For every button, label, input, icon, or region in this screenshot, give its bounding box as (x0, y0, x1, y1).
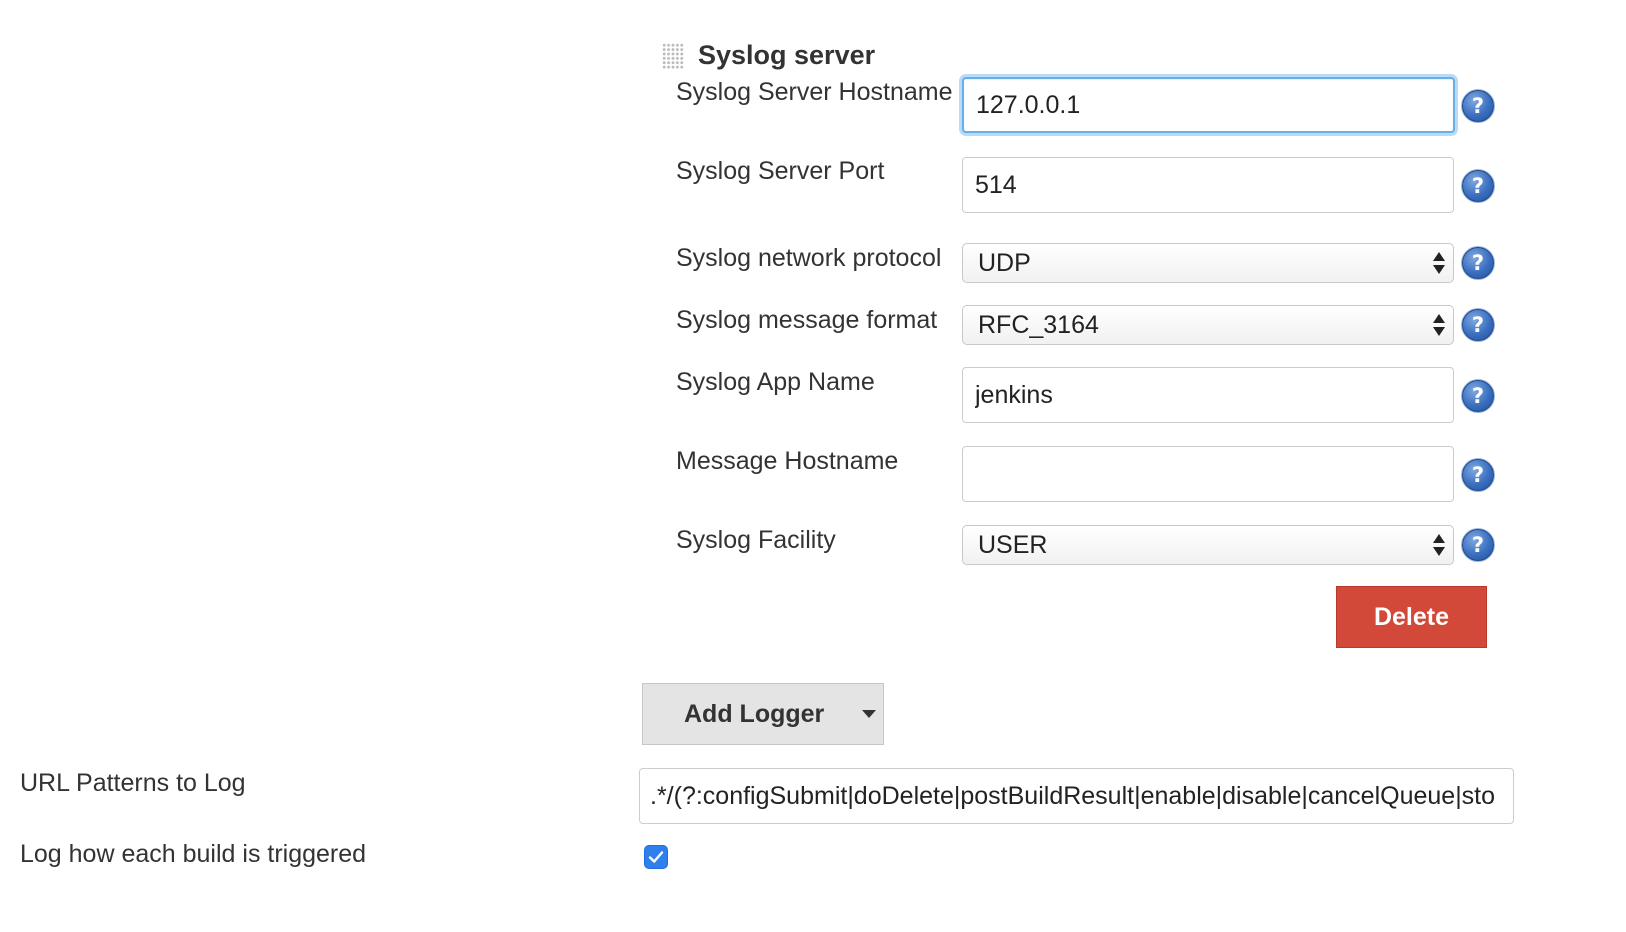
port-label: Syslog Server Port (676, 157, 885, 185)
facility-select[interactable]: USER (962, 525, 1454, 565)
help-icon[interactable]: ? (1462, 90, 1494, 122)
log-build-trigger-label: Log how each build is triggered (20, 840, 367, 868)
app-name-label: Syslog App Name (676, 368, 875, 396)
checkmark-icon (648, 851, 664, 863)
log-build-trigger-checkbox[interactable] (644, 845, 668, 869)
delete-button[interactable]: Delete (1336, 586, 1487, 648)
facility-selected-value: USER (978, 530, 1048, 559)
help-icon[interactable]: ? (1462, 529, 1494, 561)
help-icon[interactable]: ? (1462, 459, 1494, 491)
chevron-down-icon (862, 710, 877, 718)
updown-arrows-icon (1432, 311, 1446, 339)
protocol-select[interactable]: UDP (962, 243, 1454, 283)
help-icon[interactable]: ? (1462, 380, 1494, 412)
app-name-input[interactable] (962, 367, 1454, 423)
add-logger-label: Add Logger (684, 699, 825, 728)
help-icon[interactable]: ? (1462, 247, 1494, 279)
port-input[interactable] (962, 157, 1454, 213)
help-icon[interactable]: ? (1462, 309, 1494, 341)
hostname-input[interactable] (962, 77, 1455, 133)
format-label: Syslog message format (676, 306, 938, 334)
protocol-label: Syslog network protocol (676, 244, 942, 272)
message-hostname-input[interactable] (962, 446, 1454, 502)
drag-handle-icon[interactable] (662, 43, 684, 69)
facility-label: Syslog Facility (676, 526, 836, 554)
message-hostname-label: Message Hostname (676, 447, 899, 475)
url-patterns-label: URL Patterns to Log (20, 769, 246, 797)
help-icon[interactable]: ? (1462, 170, 1494, 202)
protocol-selected-value: UDP (978, 248, 1031, 277)
add-logger-button[interactable]: Add Logger (642, 683, 884, 745)
section-title: Syslog server (698, 40, 876, 70)
updown-arrows-icon (1432, 249, 1446, 277)
format-selected-value: RFC_3164 (978, 310, 1099, 339)
updown-arrows-icon (1432, 531, 1446, 559)
hostname-label: Syslog Server Hostname (676, 78, 953, 106)
format-select[interactable]: RFC_3164 (962, 305, 1454, 345)
url-patterns-input[interactable] (639, 768, 1514, 824)
